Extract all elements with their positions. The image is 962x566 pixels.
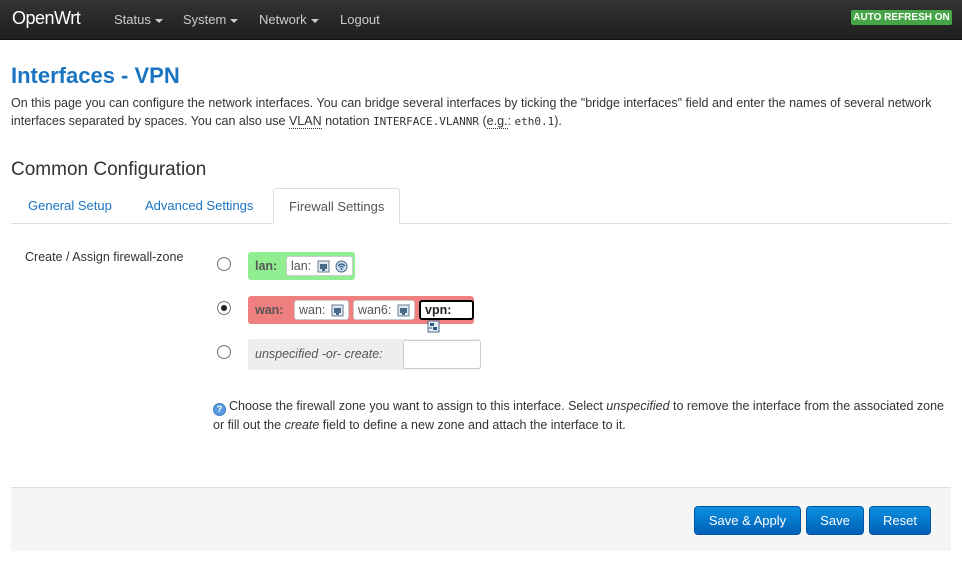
zone-badge-lan: lan: lan:	[248, 252, 355, 280]
page-description: On this page you can configure the netwo…	[11, 96, 932, 129]
chevron-down-icon	[154, 18, 163, 23]
menu-logout[interactable]: Logout	[340, 12, 380, 27]
interface-badge-wan: wan:	[294, 300, 349, 320]
save-button[interactable]: Save	[806, 506, 864, 535]
zone-name: lan:	[255, 259, 278, 273]
chevron-down-icon	[230, 18, 239, 23]
tab-bar: General Setup Advanced Settings Firewall…	[11, 188, 951, 224]
tunnel-icon	[427, 320, 440, 333]
zone-radio-wan[interactable]	[217, 301, 231, 315]
vlan-abbr: VLAN	[288, 114, 322, 129]
create-zone-label: unspecified -or- create:	[255, 347, 383, 361]
zone-radio-lan[interactable]	[217, 257, 231, 271]
interface-badge-vpn: vpn:	[419, 300, 474, 333]
chevron-down-icon	[310, 18, 319, 23]
brand-logo[interactable]: OpenWrt	[12, 8, 81, 29]
ethernet-icon	[331, 304, 344, 317]
help-icon: ?	[213, 403, 226, 416]
interface-badge-lan: lan:	[286, 256, 354, 276]
firewall-zone-help: ? Choose the firewall zone you want to as…	[213, 399, 944, 432]
tab-general-setup[interactable]: General Setup	[13, 188, 127, 224]
menu-system[interactable]: System	[183, 12, 239, 27]
menu-network[interactable]: Network	[259, 12, 319, 27]
auto-refresh-toggle[interactable]: AUTO REFRESH ON	[851, 10, 952, 25]
zone-create-row: unspecified -or- create:	[248, 339, 481, 370]
tab-firewall-settings[interactable]: Firewall Settings	[273, 188, 401, 224]
zone-radio-create[interactable]	[217, 345, 231, 359]
interface-badge-wan6: wan6:	[353, 300, 415, 320]
firewall-zone-label: Create / Assign firewall-zone	[25, 250, 184, 264]
create-zone-input[interactable]	[403, 340, 481, 369]
zone-badge-wan: wan: wan: wan6: vpn:	[248, 296, 474, 333]
tab-advanced-settings[interactable]: Advanced Settings	[130, 188, 268, 224]
wifi-icon	[335, 260, 348, 273]
ethernet-icon	[397, 304, 410, 317]
page-title: Interfaces - VPN	[11, 63, 180, 88]
form-actions: Save & Apply Save Reset	[11, 487, 951, 551]
menu-status[interactable]: Status	[114, 12, 163, 27]
section-title: Common Configuration	[11, 159, 207, 180]
reset-button[interactable]: Reset	[869, 506, 931, 535]
ethernet-icon	[317, 260, 330, 273]
zone-name: wan:	[255, 303, 284, 317]
save-apply-button[interactable]: Save & Apply	[694, 506, 801, 535]
top-navbar: OpenWrt Status System Network Logout AUT…	[0, 0, 962, 40]
